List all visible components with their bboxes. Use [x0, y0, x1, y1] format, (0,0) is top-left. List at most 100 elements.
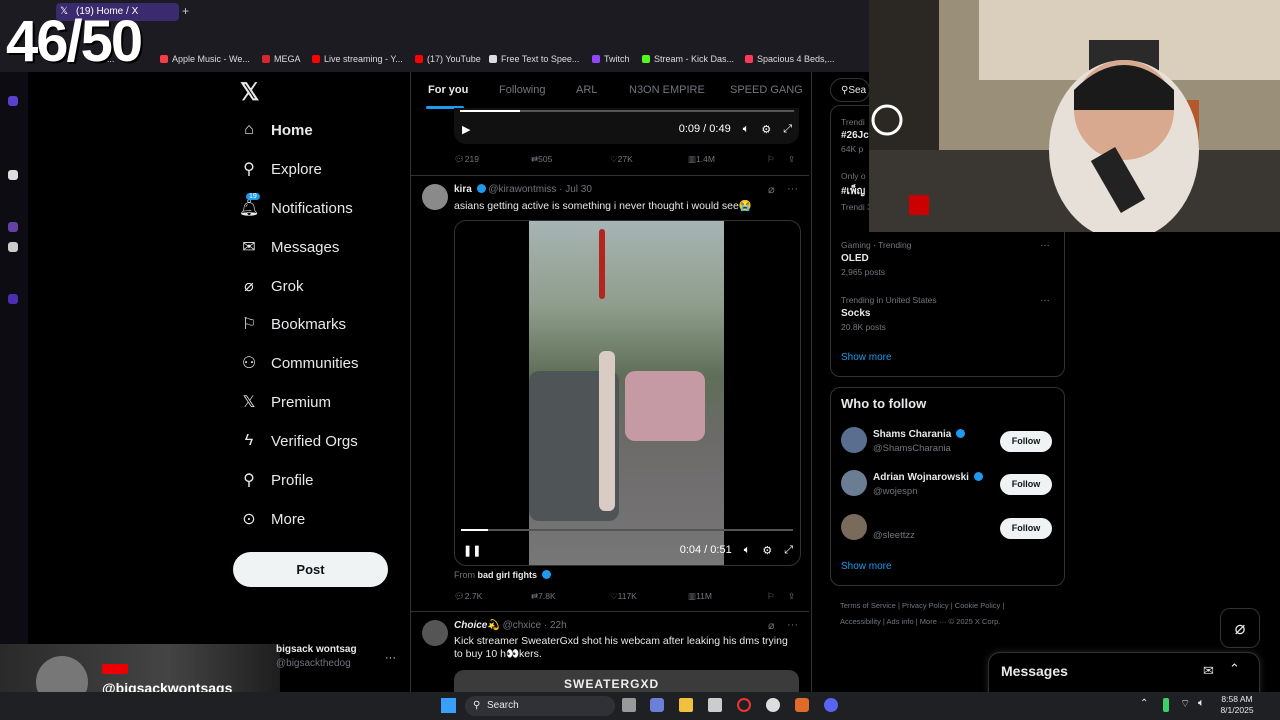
- footer-link[interactable]: Cookie Policy: [955, 601, 1000, 610]
- settings-icon[interactable]: ⚙: [761, 123, 771, 136]
- messages-drawer[interactable]: Messages ✉ ⌃: [988, 652, 1260, 694]
- video-progress[interactable]: [461, 529, 793, 531]
- like-button[interactable]: ♡ 27K: [610, 154, 633, 165]
- author-name[interactable]: Choice💫: [454, 620, 500, 631]
- clock[interactable]: 8:58 AM 8/1/2025: [1214, 694, 1260, 716]
- views-button[interactable]: ▥ 1.4M: [688, 154, 715, 165]
- more-dots-icon[interactable]: ···: [787, 183, 798, 195]
- nav-profile[interactable]: ⚲ Profile: [240, 465, 313, 495]
- follow-suggestion[interactable]: @sleettzz Follow: [841, 514, 1055, 550]
- follow-button[interactable]: Follow: [1000, 474, 1052, 495]
- tab-arl[interactable]: ARL: [576, 84, 597, 96]
- video-player[interactable]: ❚❚ 0:04 / 0:51 🔈︎ ⚙ ⤢: [454, 220, 801, 566]
- volume-icon[interactable]: 🔈︎: [743, 123, 750, 136]
- fullscreen-icon[interactable]: ⤢: [783, 123, 792, 136]
- copilot-icon[interactable]: [650, 698, 664, 712]
- chevron-up-icon[interactable]: ⌃: [1140, 698, 1148, 709]
- nav-explore[interactable]: ⚲ Explore: [240, 154, 322, 184]
- source-account[interactable]: bad girl fights: [478, 570, 538, 580]
- chrome-icon[interactable]: [766, 698, 780, 712]
- footer-link[interactable]: Privacy Policy: [902, 601, 949, 610]
- grok-icon[interactable]: ⌀: [768, 619, 775, 632]
- store-icon[interactable]: [708, 698, 722, 712]
- sidebar-app-icon[interactable]: [8, 170, 18, 180]
- footer-link[interactable]: Accessibility: [840, 617, 881, 626]
- follow-button[interactable]: Follow: [1000, 431, 1052, 452]
- footer-link[interactable]: More ···: [920, 617, 947, 626]
- nav-messages[interactable]: ✉ Messages: [240, 232, 339, 262]
- bookmark-item[interactable]: Stream - Kick Das...: [642, 54, 734, 64]
- sidebar-app-icon[interactable]: [8, 96, 18, 106]
- grok-icon[interactable]: ⌀: [1220, 608, 1260, 648]
- bookmark-item[interactable]: Live streaming - Y...: [312, 54, 403, 64]
- tab-following[interactable]: Following: [499, 84, 545, 96]
- follow-suggestion[interactable]: Adrian Wojnarowski @wojespn Follow: [841, 470, 1055, 506]
- taskbar-search[interactable]: ⚲ Search: [465, 696, 615, 716]
- more-dots-icon[interactable]: ···: [787, 619, 798, 631]
- bookmark-icon[interactable]: ⚐: [767, 154, 775, 165]
- nav-more[interactable]: ⊙ More: [240, 504, 305, 534]
- nav-verified-orgs[interactable]: ϟ Verified Orgs: [240, 426, 358, 456]
- sidebar-app-icon[interactable]: [8, 294, 18, 304]
- nav-home[interactable]: ⌂ Home: [240, 115, 313, 145]
- avatar[interactable]: [422, 620, 448, 646]
- bookmark-item[interactable]: Spacious 4 Beds,...: [745, 54, 835, 64]
- opera-icon[interactable]: [737, 698, 751, 712]
- views-button[interactable]: ▥ 11M: [688, 591, 712, 602]
- bookmark-icon[interactable]: ⚐: [767, 591, 775, 602]
- author-handle[interactable]: @kirawontmiss: [488, 184, 556, 195]
- nav-premium[interactable]: 𝕏 Premium: [240, 387, 331, 417]
- nav-grok[interactable]: ⌀ Grok: [240, 271, 303, 301]
- author-handle[interactable]: @chxice: [503, 620, 542, 631]
- avatar[interactable]: [422, 184, 448, 210]
- volume-icon[interactable]: 🔈︎: [744, 544, 751, 557]
- windows-start-icon[interactable]: [441, 698, 456, 713]
- post-button[interactable]: Post: [233, 552, 388, 587]
- share-icon[interactable]: ⇪: [788, 591, 795, 602]
- bookmark-item[interactable]: Apple Music - We...: [160, 54, 250, 64]
- account-switcher[interactable]: bigsack wontsag @bigsackthedog: [276, 644, 357, 669]
- follow-button[interactable]: Follow: [1000, 518, 1052, 539]
- grok-icon[interactable]: ⌀: [768, 183, 775, 196]
- nav-notifications[interactable]: 🔔︎ 19 Notifications: [239, 193, 353, 223]
- pause-icon[interactable]: ❚❚: [463, 544, 481, 557]
- tab-for-you[interactable]: For you: [428, 84, 468, 96]
- trend-item[interactable]: Trending in United States Socks 20.8K post…: [841, 295, 937, 332]
- tweet-date[interactable]: Jul 30: [565, 184, 592, 195]
- bookmark-item[interactable]: MEGA: [262, 54, 301, 64]
- task-view-icon[interactable]: [622, 698, 636, 712]
- share-icon[interactable]: ⇪: [788, 154, 795, 165]
- footer-link[interactable]: Terms of Service: [840, 601, 896, 610]
- discord-icon[interactable]: [824, 698, 838, 712]
- fullscreen-icon[interactable]: ⤢: [784, 544, 793, 557]
- settings-icon[interactable]: ⚙: [762, 544, 772, 557]
- footer-link[interactable]: Ads info: [887, 617, 914, 626]
- tweet-date[interactable]: 22h: [550, 620, 567, 631]
- video-progress[interactable]: [460, 110, 794, 112]
- repost-button[interactable]: ⇄ 7.8K: [531, 591, 556, 602]
- file-explorer-icon[interactable]: [679, 698, 693, 712]
- play-icon[interactable]: ▶: [462, 123, 470, 136]
- tab-n3on-empire[interactable]: N3ON EMPIRE: [629, 84, 705, 96]
- wifi-icon[interactable]: ⌔: [1180, 697, 1190, 711]
- volume-icon[interactable]: 🔈︎: [1198, 697, 1205, 710]
- tweet-media[interactable]: SWEATERGXD: [454, 670, 799, 692]
- nav-bookmarks[interactable]: ⚐ Bookmarks: [240, 309, 346, 339]
- new-tab-icon[interactable]: +: [182, 4, 189, 18]
- x-logo-icon[interactable]: 𝕏: [240, 78, 259, 107]
- video-player[interactable]: ▶ 0:09 / 0:49 🔈︎ ⚙ ⤢: [454, 108, 799, 144]
- bookmark-item[interactable]: (17) YouTube: [415, 54, 481, 64]
- show-more-follow[interactable]: Show more: [841, 561, 892, 572]
- repost-button[interactable]: ⇄ 505: [531, 154, 552, 165]
- follow-suggestion[interactable]: Shams Charania @ShamsCharania Follow: [841, 427, 1055, 463]
- brave-icon[interactable]: [795, 698, 809, 712]
- trend-item[interactable]: Trendi #26Jc 64K p: [841, 117, 869, 154]
- search-input[interactable]: ⚲Sea: [830, 78, 870, 102]
- new-message-icon[interactable]: ✉: [1203, 663, 1214, 679]
- chevron-up-icon[interactable]: ⌃: [1229, 661, 1240, 677]
- more-dots-icon[interactable]: ···: [385, 652, 396, 664]
- bookmark-item[interactable]: Twitch: [592, 54, 630, 64]
- reply-button[interactable]: 💬︎ 2.7K: [454, 591, 482, 602]
- tab-speed-gang[interactable]: SPEED GANG: [730, 84, 803, 96]
- more-dots-icon[interactable]: ···: [1040, 295, 1050, 306]
